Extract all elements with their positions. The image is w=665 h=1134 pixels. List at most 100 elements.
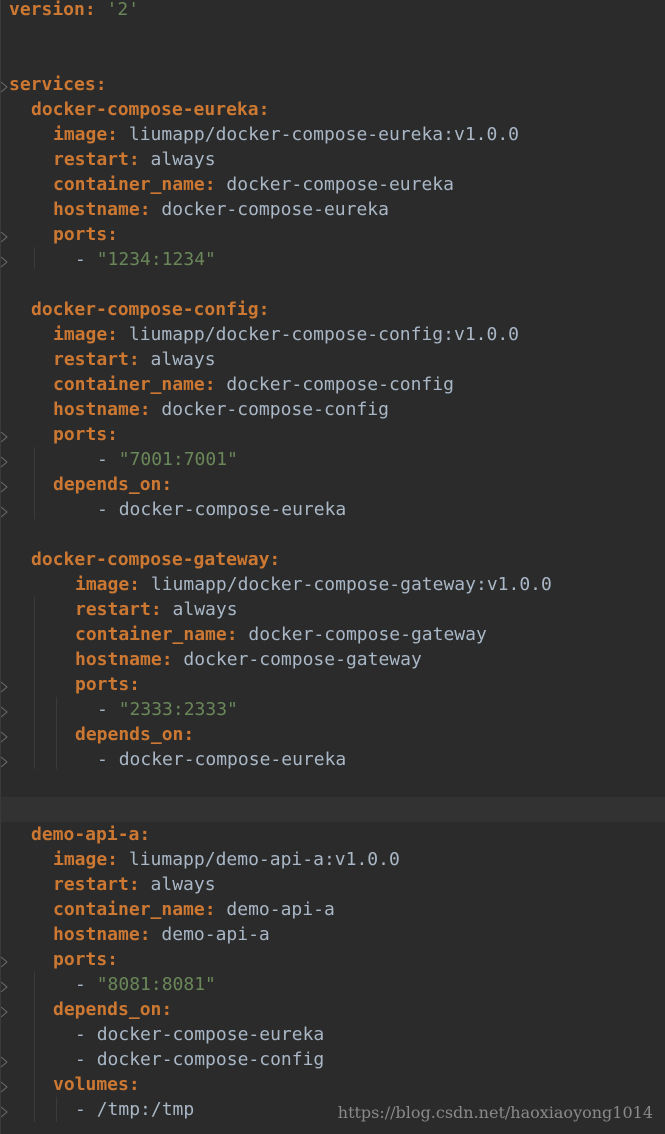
code-line[interactable]: depends_on: — [1, 997, 665, 1022]
list-dash: - — [75, 1024, 97, 1045]
code-line[interactable]: hostname: docker-compose-config — [1, 397, 665, 422]
code-line[interactable]: - "8081:8081" — [1, 972, 665, 997]
code-line[interactable]: - docker-compose-eureka — [1, 497, 665, 522]
code-line[interactable]: services: — [1, 72, 665, 97]
yaml-string: "7001:7001" — [118, 449, 238, 470]
code-line[interactable]: image: liumapp/docker-compose-eureka:v1.… — [1, 122, 665, 147]
yaml-key: version: — [9, 0, 96, 20]
yaml-key: container_name: — [75, 624, 238, 645]
yaml-key: hostname: — [53, 399, 151, 420]
yaml-key: hostname: — [53, 199, 151, 220]
list-dash: - — [97, 699, 119, 720]
code-line[interactable]: restart: always — [1, 597, 665, 622]
yaml-key: hostname: — [75, 649, 173, 670]
yaml-string: "8081:8081" — [96, 974, 216, 995]
service-name: docker-compose-eureka: — [31, 99, 270, 120]
yaml-key: restart: — [53, 349, 140, 370]
yaml-key: ports: — [53, 224, 119, 245]
yaml-key: container_name: — [53, 899, 216, 920]
code-line[interactable]: version: '2' — [1, 0, 665, 22]
yaml-value: docker-compose-eureka — [226, 174, 454, 195]
yaml-key: image: — [75, 574, 141, 595]
code-editor[interactable]: version: '2' services: docker-compose-eu… — [0, 0, 665, 1134]
code-line[interactable]: - "1234:1234" — [1, 247, 665, 272]
code-line[interactable]: container_name: docker-compose-gateway — [1, 622, 665, 647]
yaml-string: "2333:2333" — [118, 699, 238, 720]
code-line[interactable]: hostname: demo-api-a — [1, 922, 665, 947]
yaml-value: always — [150, 349, 216, 370]
list-dash: - — [97, 449, 119, 470]
code-line[interactable]: - "2333:2333" — [1, 697, 665, 722]
code-line[interactable]: restart: always — [1, 147, 665, 172]
code-line[interactable]: container_name: demo-api-a — [1, 897, 665, 922]
watermark: https://blog.csdn.net/haoxiaoyong1014 — [337, 1103, 653, 1122]
yaml-key: restart: — [53, 149, 140, 170]
yaml-value: demo-api-a — [161, 924, 270, 945]
yaml-key: ports: — [53, 949, 119, 970]
yaml-value: docker-compose-eureka — [161, 199, 389, 220]
code-line[interactable]: - "7001:7001" — [1, 447, 665, 472]
code-line[interactable]: docker-compose-gateway: — [1, 547, 665, 572]
yaml-value: docker-compose-eureka — [118, 499, 347, 520]
yaml-value: always — [150, 874, 216, 895]
yaml-value: docker-compose-gateway — [248, 624, 487, 645]
yaml-key: ports: — [75, 674, 141, 695]
yaml-value: liumapp/demo-api-a:v1.0.0 — [128, 849, 400, 870]
yaml-value: docker-compose-gateway — [183, 649, 422, 670]
yaml-string: '2' — [106, 0, 140, 20]
code-line[interactable]: docker-compose-eureka: — [1, 97, 665, 122]
code-line[interactable]: restart: always — [1, 872, 665, 897]
code-line[interactable]: hostname: docker-compose-eureka — [1, 197, 665, 222]
yaml-key: depends_on: — [75, 724, 195, 745]
yaml-value: always — [150, 149, 216, 170]
code-line[interactable]: volumes: — [1, 1072, 665, 1097]
code-line[interactable]: restart: always — [1, 347, 665, 372]
code-line[interactable]: depends_on: — [1, 722, 665, 747]
list-dash: - — [75, 249, 97, 270]
code-line[interactable]: image: liumapp/docker-compose-gateway:v1… — [1, 572, 665, 597]
code-line[interactable]: container_name: docker-compose-config — [1, 372, 665, 397]
yaml-value: liumapp/docker-compose-config:v1.0.0 — [128, 324, 520, 345]
yaml-key: image: — [53, 324, 119, 345]
yaml-key: image: — [53, 124, 119, 145]
code-line[interactable]: ports: — [1, 672, 665, 697]
code-line[interactable]: hostname: docker-compose-gateway — [1, 647, 665, 672]
yaml-value: docker-compose-config — [161, 399, 389, 420]
code-line[interactable]: - docker-compose-eureka — [1, 1022, 665, 1047]
code-line[interactable]: container_name: docker-compose-eureka — [1, 172, 665, 197]
yaml-value: /tmp:/tmp — [96, 1099, 195, 1120]
code-line[interactable]: - docker-compose-config — [1, 1047, 665, 1072]
code-line[interactable]: image: liumapp/docker-compose-config:v1.… — [1, 322, 665, 347]
yaml-key: image: — [53, 849, 119, 870]
service-name: docker-compose-gateway: — [31, 549, 281, 570]
yaml-key: depends_on: — [53, 474, 173, 495]
yaml-key: restart: — [75, 599, 162, 620]
code-line[interactable]: - docker-compose-eureka — [1, 747, 665, 772]
code-line[interactable]: ports: — [1, 422, 665, 447]
yaml-key: ports: — [53, 424, 119, 445]
code-line[interactable]: ports: — [1, 222, 665, 247]
yaml-value: docker-compose-config — [96, 1049, 325, 1070]
yaml-key: container_name: — [53, 374, 216, 395]
service-name: docker-compose-config: — [31, 299, 270, 320]
yaml-key: depends_on: — [53, 999, 173, 1020]
yaml-key: hostname: — [53, 924, 151, 945]
yaml-value: docker-compose-config — [226, 374, 454, 395]
code-line[interactable]: demo-api-a: — [1, 822, 665, 847]
current-line-highlight[interactable] — [1, 797, 665, 822]
yaml-value: always — [172, 599, 238, 620]
code-line[interactable]: ports: — [1, 947, 665, 972]
yaml-key: volumes: — [53, 1074, 140, 1095]
list-dash: - — [75, 1049, 97, 1070]
code-line[interactable]: docker-compose-config: — [1, 297, 665, 322]
yaml-value: liumapp/docker-compose-gateway:v1.0.0 — [150, 574, 552, 595]
code-line[interactable]: image: liumapp/demo-api-a:v1.0.0 — [1, 847, 665, 872]
yaml-value: demo-api-a — [226, 899, 335, 920]
list-dash: - — [97, 499, 119, 520]
yaml-value: liumapp/docker-compose-eureka:v1.0.0 — [128, 124, 520, 145]
yaml-value: docker-compose-eureka — [96, 1024, 325, 1045]
yaml-key: restart: — [53, 874, 140, 895]
list-dash: - — [97, 749, 119, 770]
service-name: demo-api-a: — [31, 824, 151, 845]
code-line[interactable]: depends_on: — [1, 472, 665, 497]
